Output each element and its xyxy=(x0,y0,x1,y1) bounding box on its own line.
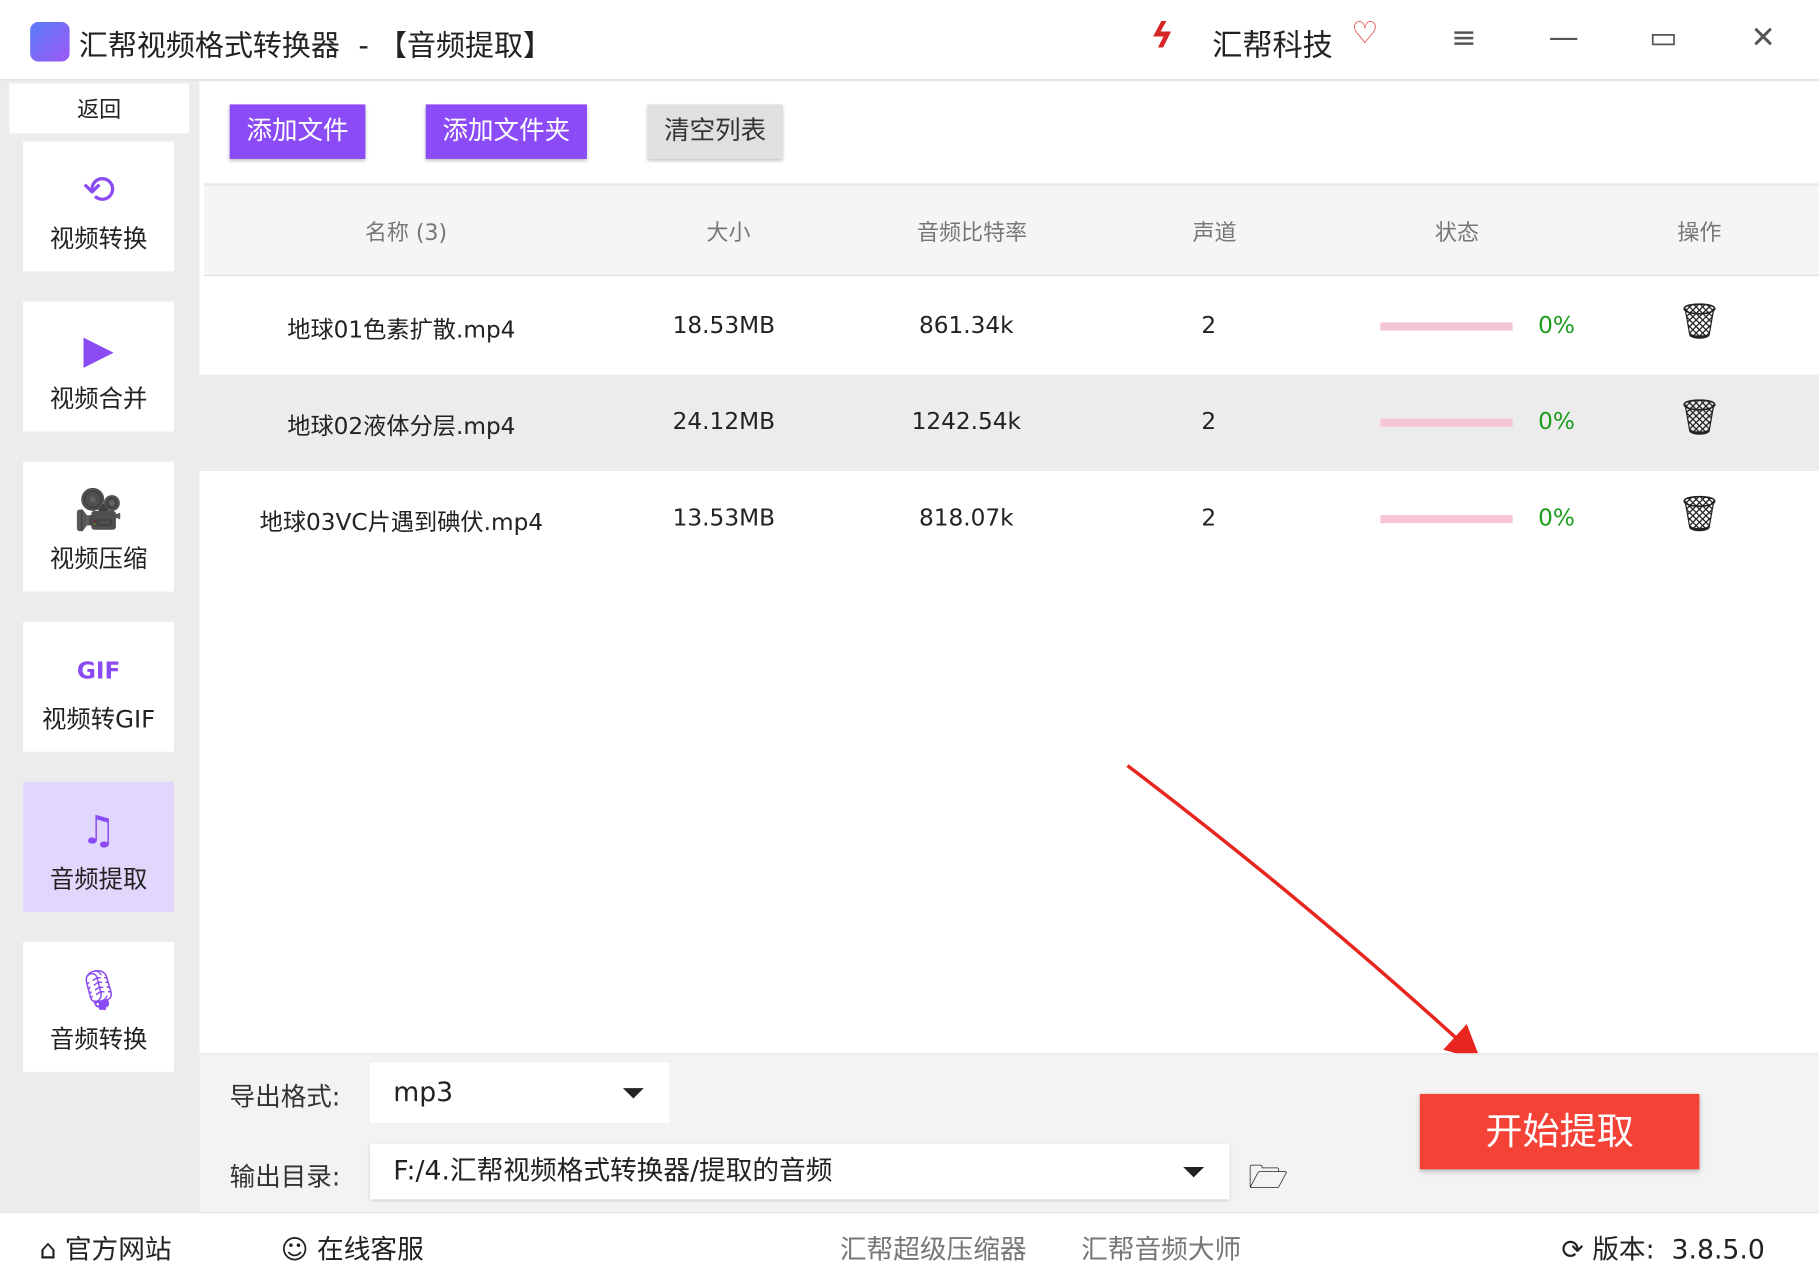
home-icon: ⌂ xyxy=(39,1235,57,1266)
format-select[interactable]: mp3 xyxy=(370,1062,670,1123)
start-extract-button[interactable]: 开始提取 xyxy=(1419,1093,1700,1170)
open-folder-icon[interactable]: 🗁 xyxy=(1248,1153,1288,1209)
output-dir-select[interactable]: F:/4.汇帮视频格式转换器/提取的音频 xyxy=(370,1143,1230,1200)
format-value: mp3 xyxy=(393,1077,454,1108)
website-label: 官方网站 xyxy=(64,1235,172,1266)
version-label: 版本: 3.8.5.0 xyxy=(1592,1235,1765,1266)
audio-master-link[interactable]: 汇帮音频大师 xyxy=(1081,1227,1241,1266)
refresh-icon: ⟳ xyxy=(1561,1235,1584,1266)
website-link[interactable]: ⌂ 官方网站 xyxy=(39,1227,171,1266)
support-link[interactable]: ☺ 在线客服 xyxy=(281,1227,424,1266)
version-info[interactable]: ⟳ 版本: 3.8.5.0 xyxy=(1561,1227,1765,1266)
headset-icon: ☺ xyxy=(280,1235,309,1266)
output-dir-value: F:/4.汇帮视频格式转换器/提取的音频 xyxy=(393,1156,833,1187)
chevron-down-icon xyxy=(622,1088,644,1099)
format-label: 导出格式: xyxy=(229,1083,341,1113)
chevron-down-icon xyxy=(1183,1166,1205,1178)
compressor-link[interactable]: 汇帮超级压缩器 xyxy=(840,1227,1027,1266)
support-label: 在线客服 xyxy=(317,1235,424,1266)
dir-label: 输出目录: xyxy=(229,1163,341,1193)
